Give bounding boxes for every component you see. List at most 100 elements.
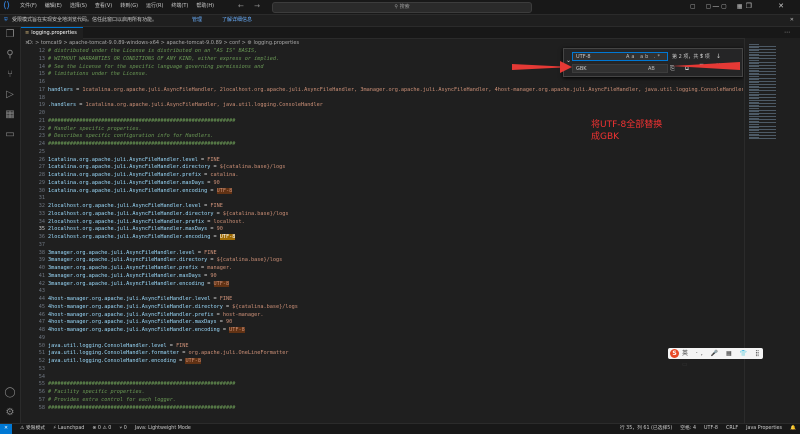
code-line[interactable]: 3manager.org.apache.juli.AsyncFileHandle…: [48, 280, 743, 289]
toggle-replace-icon[interactable]: ⌄: [566, 57, 571, 64]
property-key: 1catalina.org.apache.juli.AsyncFileHandl…: [48, 156, 198, 163]
code-line[interactable]: ########################################…: [48, 381, 743, 389]
code-line[interactable]: 3manager.org.apache.juli.AsyncFileHandle…: [48, 265, 743, 273]
command-center-search[interactable]: ⚲ 搜索: [272, 2, 532, 13]
property-value: manager.: [207, 265, 233, 271]
code-line[interactable]: 2localhost.org.apache.juli.AsyncFileHand…: [48, 203, 743, 211]
menu-selection[interactable]: 选择(S): [70, 2, 87, 11]
tab-label: logging.properties: [31, 30, 77, 36]
code-line[interactable]: 2localhost.org.apache.juli.AsyncFileHand…: [48, 211, 743, 219]
code-line[interactable]: 4host-manager.org.apache.juli.AsyncFileH…: [48, 312, 743, 320]
equals-sign: =: [210, 296, 220, 302]
code-line[interactable]: 2localhost.org.apache.juli.AsyncFileHand…: [48, 219, 743, 227]
menu-run[interactable]: 运行(R): [146, 2, 163, 11]
property-key: 3manager.org.apache.juli.AsyncFileHandle…: [48, 265, 198, 271]
property-value: org.apache.juli.OneLineFormatter: [188, 350, 289, 357]
explorer-icon[interactable]: ❐: [4, 29, 16, 41]
minimap-line: [749, 138, 776, 140]
menu-view[interactable]: 查看(V): [95, 2, 112, 11]
code-line[interactable]: [48, 79, 743, 87]
code-line[interactable]: 3manager.org.apache.juli.AsyncFileHandle…: [48, 250, 743, 258]
code-line[interactable]: [48, 366, 743, 374]
code-line[interactable]: 3manager.org.apache.juli.AsyncFileHandle…: [48, 257, 743, 265]
replace-buttons[interactable]: ⎘ ⧉: [670, 64, 693, 73]
code-line[interactable]: [48, 110, 743, 118]
preserve-case-icon[interactable]: AB: [648, 65, 655, 73]
window-controls[interactable]: — ❐ ✕: [712, 1, 796, 12]
tab-logging-properties[interactable]: ≡ logging.properties×: [21, 27, 83, 46]
equals-sign: =: [204, 218, 214, 225]
learn-more-link[interactable]: 了解详细信息: [222, 15, 252, 26]
menu-go[interactable]: 转到(G): [120, 2, 138, 11]
code-line[interactable]: .handlers = 1catalina.org.apache.juli.As…: [48, 102, 743, 110]
activity-bar: ❐ ⚲ ⑂ ▷ ▦ ▭ ◯ ⚙: [0, 27, 21, 423]
menu-terminal[interactable]: 终端(T): [171, 2, 188, 11]
remote-explorer-icon[interactable]: ▭: [4, 129, 16, 141]
code-line[interactable]: 2localhost.org.apache.juli.AsyncFileHand…: [48, 226, 743, 234]
line-number: 33: [38, 210, 45, 217]
source-control-icon[interactable]: ⑂: [4, 69, 16, 81]
menu-edit[interactable]: 编辑(E): [45, 2, 62, 11]
code-line[interactable]: 1catalina.org.apache.juli.AsyncFileHandl…: [48, 187, 743, 196]
breadcrumb[interactable]: D: > tomcat9 > apache-tomcat-9.0.89-wind…: [28, 40, 299, 47]
search-match: UTF-8: [219, 234, 236, 240]
code-line[interactable]: 1catalina.org.apache.juli.AsyncFileHandl…: [48, 172, 743, 180]
gear-icon[interactable]: ⚙: [4, 407, 16, 419]
menu-help[interactable]: 帮助(H): [196, 2, 214, 11]
code-line[interactable]: 4host-manager.org.apache.juli.AsyncFileH…: [48, 304, 743, 312]
line-number: 45: [38, 303, 45, 310]
code-line[interactable]: [48, 335, 743, 343]
code-lines[interactable]: # distributed under the License is distr…: [48, 48, 743, 412]
code-line[interactable]: # Facility specific properties.: [48, 389, 743, 397]
line-number: 21: [38, 117, 45, 124]
code-line[interactable]: [48, 242, 743, 250]
menu-file[interactable]: 文件(F): [20, 2, 37, 11]
code-line[interactable]: 1catalina.org.apache.juli.AsyncFileHandl…: [48, 180, 743, 188]
code-line[interactable]: [48, 374, 743, 382]
account-icon[interactable]: ◯: [4, 387, 16, 399]
back-forward-icons[interactable]: ← →: [238, 2, 264, 11]
line-number: 50: [38, 342, 45, 349]
code-line[interactable]: java.util.logging.ConsoleHandler.level =…: [48, 343, 743, 351]
code-line[interactable]: [48, 195, 743, 203]
extensions-icon[interactable]: ▦: [4, 109, 16, 121]
find-nav-icons[interactable]: ↑ ↓ ≡ ✕: [699, 52, 742, 70]
code-line[interactable]: [48, 288, 743, 296]
code-line[interactable]: [48, 95, 743, 103]
editor-tabs: ≡ logging.properties× ⋯: [21, 27, 800, 46]
code-line[interactable]: java.util.logging.ConsoleHandler.formatt…: [48, 350, 743, 358]
more-actions-icon[interactable]: ⋯: [784, 27, 794, 38]
search-match: UTF-8: [229, 327, 245, 333]
find-options[interactable]: Aa ab .*: [626, 53, 662, 61]
ime-items[interactable]: 英 ·, 🎤 ▦ 👕 ⣿ ▭: [682, 348, 763, 370]
run-debug-icon[interactable]: ▷: [4, 89, 16, 101]
code-line[interactable]: 1catalina.org.apache.juli.AsyncFileHandl…: [48, 157, 743, 165]
code-line[interactable]: handlers = 1catalina.org.apache.juli.Asy…: [48, 87, 743, 95]
shield-icon: ⛨: [4, 17, 8, 23]
equals-sign: =: [197, 156, 208, 163]
code-line[interactable]: java.util.logging.ConsoleHandler.encodin…: [48, 358, 743, 366]
code-line[interactable]: 3manager.org.apache.juli.AsyncFileHandle…: [48, 273, 743, 281]
property-value: ${catalina.base}/logs: [219, 164, 286, 171]
property-value: FINE: [204, 249, 217, 256]
line-number: 48: [38, 327, 45, 333]
ime-toolbar[interactable]: S 英 ·, 🎤 ▦ 👕 ⣿ ▭: [668, 348, 763, 368]
property-value: ${catalina.base}/logs: [216, 257, 283, 264]
code-line[interactable]: ########################################…: [48, 405, 743, 413]
code-line[interactable]: 4host-manager.org.apache.juli.AsyncFileH…: [48, 327, 743, 335]
code-editor[interactable]: 12 13 14 15 16 17 18 19 20 21 22 23 24 25 26 27 28 29 30 31…: [21, 48, 743, 423]
banner-text: 受限模式旨在实现安全地浏览代码。信任此窗口以启用所有功能。: [12, 17, 158, 23]
code-line[interactable]: 4host-manager.org.apache.juli.AsyncFileH…: [48, 296, 743, 304]
manage-link[interactable]: 管理: [192, 15, 202, 26]
code-line[interactable]: [48, 149, 743, 157]
close-icon[interactable]: ✕: [790, 15, 794, 26]
code-line[interactable]: # Provides extra control for each logger…: [48, 397, 743, 405]
code-line[interactable]: 1catalina.org.apache.juli.AsyncFileHandl…: [48, 164, 743, 172]
property-key: java.util.logging.ConsoleHandler.encodin…: [48, 358, 177, 364]
search-icon[interactable]: ⚲: [4, 49, 16, 61]
line-number: 18: [38, 94, 45, 101]
code-line[interactable]: 2localhost.org.apache.juli.AsyncFileHand…: [48, 234, 743, 242]
property-value: 90: [226, 319, 233, 326]
equals-sign: =: [73, 86, 83, 93]
code-line[interactable]: 4host-manager.org.apache.juli.AsyncFileH…: [48, 319, 743, 327]
